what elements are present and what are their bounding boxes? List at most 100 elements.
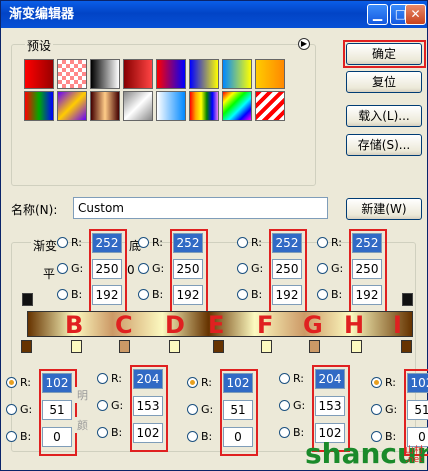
channel-label-b: B: xyxy=(251,288,263,301)
channel-radio-b[interactable] xyxy=(279,427,290,438)
channel-value-g[interactable]: 250 xyxy=(173,259,203,279)
smoothness-label: 平 xyxy=(41,265,58,282)
channel-value-g[interactable]: 51 xyxy=(223,400,253,420)
channel-radio-b[interactable] xyxy=(237,289,248,300)
color-stop[interactable] xyxy=(119,340,130,353)
channel-radio-r[interactable] xyxy=(317,237,328,248)
preset-swatch[interactable] xyxy=(156,91,186,121)
preset-swatch[interactable] xyxy=(123,91,153,121)
channel-label-r: R: xyxy=(293,372,305,385)
color-stop[interactable] xyxy=(21,340,32,353)
channel-label-g: G: xyxy=(385,403,398,416)
new-button[interactable]: 新建(W) xyxy=(346,198,422,220)
load-button[interactable]: 载入(L)... xyxy=(346,105,422,127)
preset-swatch[interactable] xyxy=(24,91,54,121)
channel-radio-g[interactable] xyxy=(317,263,328,274)
channel-radio-g[interactable] xyxy=(6,404,17,415)
channel-label-g: G: xyxy=(71,262,84,275)
close-button[interactable]: ✕ xyxy=(405,4,426,25)
channel-value-b[interactable]: 192 xyxy=(272,285,302,305)
channel-value-r[interactable]: 252 xyxy=(173,233,203,253)
channel-radio-r[interactable] xyxy=(97,373,108,384)
channel-label-b: B: xyxy=(152,288,164,301)
preset-swatch[interactable] xyxy=(222,91,252,121)
channel-radio-g[interactable] xyxy=(97,400,108,411)
channel-value-r[interactable]: 102 xyxy=(42,373,72,393)
preset-swatch[interactable] xyxy=(57,91,87,121)
channel-label-r: R: xyxy=(20,376,32,389)
channel-value-g[interactable]: 51 xyxy=(407,400,428,420)
channel-label-b: B: xyxy=(111,426,123,439)
channel-value-r[interactable]: 252 xyxy=(92,233,122,253)
channel-radio-b[interactable] xyxy=(317,289,328,300)
name-input[interactable]: Custom xyxy=(73,197,328,219)
preset-swatch[interactable] xyxy=(189,91,219,121)
channel-value-r[interactable]: 102 xyxy=(407,373,428,393)
color-stop[interactable] xyxy=(213,340,224,353)
color-stop[interactable] xyxy=(309,340,320,353)
opacity-stop-right[interactable] xyxy=(402,293,413,306)
ok-button[interactable]: 确定 xyxy=(346,43,422,65)
channel-radio-r[interactable] xyxy=(6,377,17,388)
channel-value-b[interactable]: 102 xyxy=(133,423,163,443)
color-stop[interactable] xyxy=(401,340,412,353)
channel-radio-g[interactable] xyxy=(57,263,68,274)
channel-radio-b[interactable] xyxy=(138,289,149,300)
channel-value-r[interactable]: 252 xyxy=(352,233,382,253)
presets-label: 预设 xyxy=(25,37,54,54)
channel-value-r[interactable]: 204 xyxy=(133,369,163,389)
reset-button[interactable]: 复位 xyxy=(346,71,422,93)
channel-value-g[interactable]: 250 xyxy=(272,259,302,279)
channel-radio-g[interactable] xyxy=(138,263,149,274)
channel-radio-b[interactable] xyxy=(6,431,17,442)
preset-swatch[interactable] xyxy=(156,59,186,89)
channel-value-g[interactable]: 51 xyxy=(42,400,72,420)
channel-value-g[interactable]: 250 xyxy=(352,259,382,279)
preset-swatch[interactable] xyxy=(90,91,120,121)
circle-arrow-icon[interactable]: ▶ xyxy=(298,38,310,50)
channel-radio-g[interactable] xyxy=(187,404,198,415)
channel-label-r: R: xyxy=(152,236,164,249)
channel-radio-r[interactable] xyxy=(138,237,149,248)
preset-swatch[interactable] xyxy=(255,59,285,89)
opacity-stop-left[interactable] xyxy=(22,293,33,306)
channel-value-g[interactable]: 250 xyxy=(92,259,122,279)
preset-swatch[interactable] xyxy=(24,59,54,89)
channel-value-r[interactable]: 252 xyxy=(272,233,302,253)
color-stop[interactable] xyxy=(261,340,272,353)
preset-swatch[interactable] xyxy=(255,91,285,121)
hidden-label-b: 颜 xyxy=(75,417,90,433)
channel-value-b[interactable]: 192 xyxy=(173,285,203,305)
preset-swatch[interactable] xyxy=(90,59,120,89)
channel-radio-b[interactable] xyxy=(187,431,198,442)
channel-radio-r[interactable] xyxy=(237,237,248,248)
preset-swatch[interactable] xyxy=(189,59,219,89)
channel-value-b[interactable]: 0 xyxy=(42,427,72,447)
preset-swatch[interactable] xyxy=(57,59,87,89)
channel-radio-r[interactable] xyxy=(371,377,382,388)
channel-radio-g[interactable] xyxy=(279,400,290,411)
color-stop[interactable] xyxy=(169,340,180,353)
channel-radio-g[interactable] xyxy=(371,404,382,415)
minimize-button[interactable]: ▁ xyxy=(367,4,388,25)
channel-value-r[interactable]: 204 xyxy=(315,369,345,389)
channel-value-b[interactable]: 0 xyxy=(223,427,253,447)
channel-radio-r[interactable] xyxy=(279,373,290,384)
channel-value-b[interactable]: 192 xyxy=(352,285,382,305)
channel-label-b: B: xyxy=(20,430,32,443)
color-stop[interactable] xyxy=(71,340,82,353)
save-button[interactable]: 存储(S)... xyxy=(346,134,422,156)
channel-radio-b[interactable] xyxy=(97,427,108,438)
channel-value-b[interactable]: 192 xyxy=(92,285,122,305)
channel-radio-r[interactable] xyxy=(57,237,68,248)
preset-swatch[interactable] xyxy=(123,59,153,89)
channel-radio-r[interactable] xyxy=(187,377,198,388)
channel-value-g[interactable]: 153 xyxy=(133,396,163,416)
channel-value-g[interactable]: 153 xyxy=(315,396,345,416)
channel-radio-b[interactable] xyxy=(57,289,68,300)
channel-label-b: B: xyxy=(331,288,343,301)
preset-swatch[interactable] xyxy=(222,59,252,89)
color-stop[interactable] xyxy=(351,340,362,353)
channel-value-r[interactable]: 102 xyxy=(223,373,253,393)
channel-radio-g[interactable] xyxy=(237,263,248,274)
